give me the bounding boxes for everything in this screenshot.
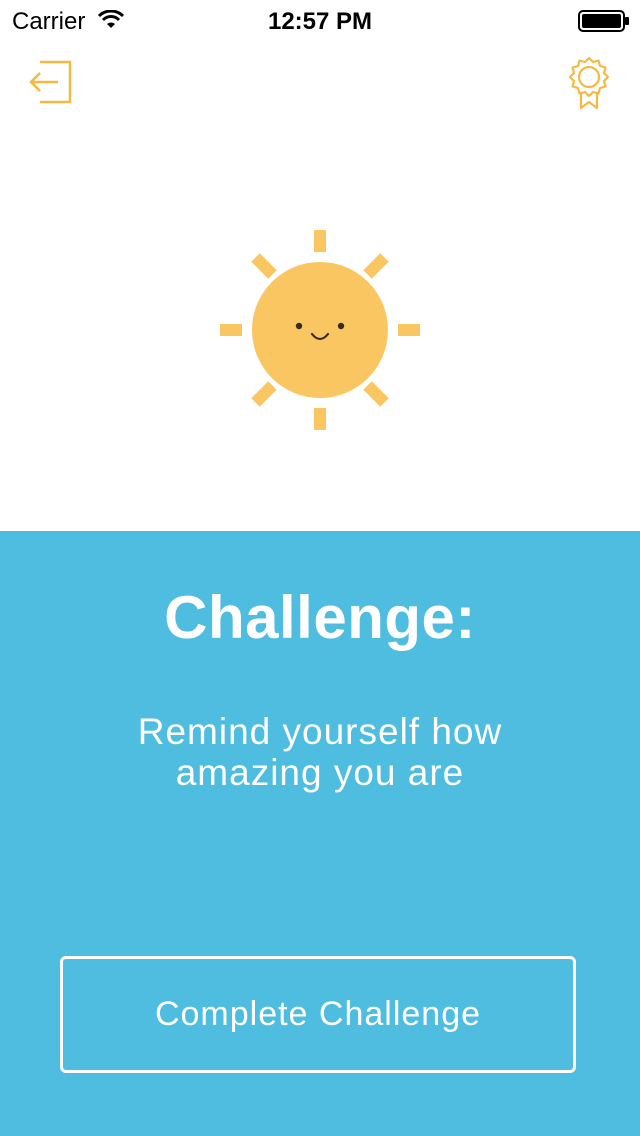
- battery-icon: [578, 10, 629, 32]
- logout-icon: [29, 60, 72, 104]
- challenge-description: Remind yourself how amazing you are: [137, 711, 503, 793]
- complete-challenge-label: Complete Challenge: [154, 995, 482, 1033]
- achievements-button[interactable]: [568, 56, 610, 112]
- smiling-sun-icon: [220, 230, 420, 430]
- complete-challenge-button[interactable]: Complete Challenge: [60, 956, 576, 1073]
- challenge-heading: Challenge:: [164, 584, 476, 651]
- status-bar: Carrier 12:57 PM: [0, 0, 640, 40]
- award-icon: [568, 56, 610, 110]
- challenge-screen: Carrier 12:57 PM Challenge: Remind yours…: [0, 0, 640, 1136]
- clock-label: 12:57 PM: [267, 8, 373, 35]
- logout-button[interactable]: [26, 60, 76, 106]
- challenge-panel: Challenge: Remind yourself how amazing y…: [0, 531, 640, 1136]
